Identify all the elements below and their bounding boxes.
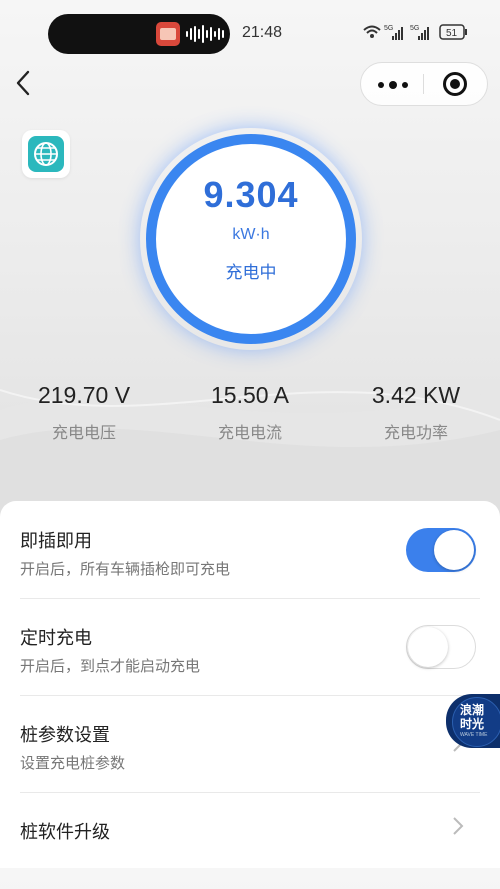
globe-button[interactable] [22,130,70,178]
audio-wave-icon [186,24,224,44]
setting-title: 即插即用 [20,531,92,551]
signal-icon [392,27,403,40]
setting-title: 桩软件升级 [20,822,110,842]
scheduled-charging-toggle[interactable] [406,625,476,669]
more-dot-right [402,82,408,88]
close-button[interactable] [425,63,487,105]
stat-current: 15.50 A 充电电流 [167,382,333,443]
stat-value: 219.70 V [37,382,131,408]
network-label-2: 5G [410,25,419,32]
stat-value: 3.42 KW [371,382,461,408]
charging-status: 充电中 [225,263,277,282]
status-icons: 5G 5G 51 [363,24,467,40]
setting-subtitle: 设置充电桩参数 [20,755,126,772]
badge-line-2: 时光 [460,717,485,731]
toggle-knob [408,627,448,667]
energy-gauge: 9.304 kW·h 充电中 [146,134,356,344]
badge-line-1: 浪潮 [460,703,485,717]
app-notification-icon [156,22,180,46]
dynamic-island [48,14,230,54]
setting-subtitle: 开启后，到点才能启动充电 [20,658,201,675]
energy-value: 9.304 [203,174,299,215]
setting-scheduled-charging: 定时充电 开启后，到点才能启动充电 [20,598,480,696]
plug-and-play-toggle[interactable] [406,528,476,572]
globe-icon [34,142,58,166]
stat-label: 充电功率 [383,425,448,442]
wave-time-floating-badge[interactable]: 浪潮 时光 WAVE TIME [446,694,500,748]
stat-label: 充电电流 [217,425,282,442]
stat-voltage: 219.70 V 充电电压 [1,382,167,443]
target-close-dot [450,79,460,89]
back-button[interactable] [12,68,40,98]
stat-value: 15.50 A [210,382,290,408]
setting-plug-and-play: 即插即用 开启后，所有车辆插枪即可充电 [20,501,480,599]
energy-unit: kW·h [232,226,270,243]
badge-line-3: WAVE TIME [460,732,488,738]
setting-title: 定时充电 [20,628,92,648]
capsule-divider [423,74,424,94]
status-time: 21:48 [242,24,283,41]
signal-icon-2 [418,27,429,40]
more-dots-icon [378,82,384,88]
wifi-icon [363,25,381,38]
settings-panel: 即插即用 开启后，所有车辆插枪即可充电 定时充电 开启后，到点才能启动充电 桩参… [0,501,500,868]
more-dot-center [389,81,397,89]
battery-level: 51 [446,28,458,39]
network-label-1: 5G [384,25,393,32]
setting-subtitle: 开启后，所有车辆插枪即可充电 [20,561,231,578]
setting-software-upgrade[interactable]: 桩软件升级 [20,792,480,889]
setting-title: 桩参数设置 [20,725,110,745]
status-bar: 21:48 5G 5G 51 [0,0,500,66]
stat-power: 3.42 KW 充电功率 [333,382,499,443]
globe-icon-bg [28,136,64,172]
chevron-right-icon [453,817,464,835]
mini-program-capsule [360,62,488,106]
stat-label: 充电电压 [51,425,116,442]
toggle-knob [434,530,474,570]
setting-pile-parameters[interactable]: 桩参数设置 设置充电桩参数 [20,695,480,793]
more-button[interactable] [361,63,423,105]
battery-icon: 51 [439,24,467,40]
